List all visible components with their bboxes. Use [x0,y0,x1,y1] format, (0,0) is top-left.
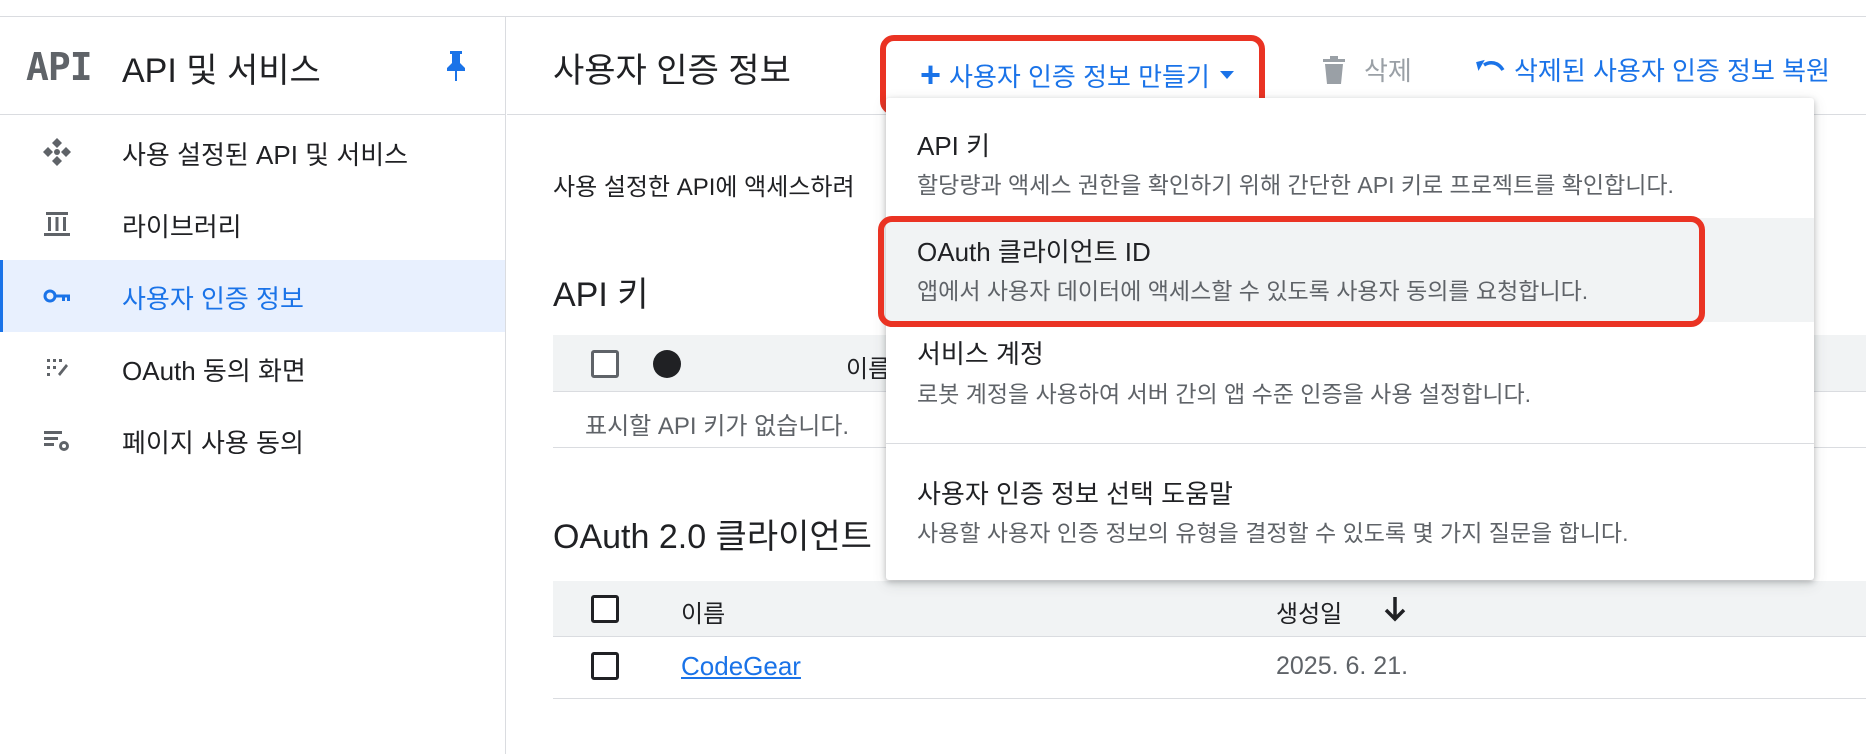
menu-divider [886,443,1814,444]
sidebar-item-page-consent[interactable]: 페이지 사용 동의 [0,404,505,476]
sidebar-item-label: 라이브러리 [122,212,242,242]
caret-down-icon [1219,71,1234,79]
sidebar-header: API API 및 서비스 [0,17,505,115]
menu-item-desc: 앱에서 사용자 데이터에 액세스할 수 있도록 사용자 동의를 요청합니다. [917,278,1589,304]
menu-item-desc: 할당량과 액세스 권한을 확인하기 위해 간단한 API 키로 프로젝트를 확인… [917,172,1674,198]
sidebar-item-label: OAuth 동의 화면 [122,356,306,386]
row-checkbox[interactable] [591,652,619,680]
api-logo-icon: API [26,45,93,89]
create-credentials-menu: API 키 할당량과 액세스 권한을 확인하기 위해 간단한 API 키로 프로… [878,98,1814,580]
status-dot-icon [653,350,681,378]
menu-item-title: API 키 [917,131,991,161]
trash-icon [1323,55,1345,84]
library-icon [44,212,70,236]
select-all-checkbox[interactable] [591,350,619,378]
sort-arrow-down-icon[interactable] [1383,595,1407,623]
delete-button[interactable]: 삭제 [1322,51,1412,88]
menu-item-title: 사용자 인증 정보 선택 도움말 [917,479,1233,509]
sidebar-item-label: 사용자 인증 정보 [122,284,304,314]
sidebar-item-oauth-consent[interactable]: OAuth 동의 화면 [0,332,505,404]
sidebar-title: API 및 서비스 [122,52,321,90]
column-header-created[interactable]: 생성일 [1276,594,1342,629]
menu-item-title: 서비스 계정 [917,339,1044,369]
select-all-checkbox[interactable] [591,595,619,623]
sidebar-item-label: 사용 설정된 API 및 서비스 [122,140,409,170]
restore-deleted-credentials-button[interactable]: 삭제된 사용자 인증 정보 복원 [1476,51,1830,88]
sidebar-item-enabled-apis[interactable]: 사용 설정된 API 및 서비스 [0,116,505,188]
page-title: 사용자 인증 정보 [553,52,791,90]
api-keys-title: API 키 [553,276,649,314]
menu-item-title: OAuth 클라이언트 ID [917,237,1151,267]
delete-label: 삭제 [1364,56,1412,86]
create-credentials-label: 사용자 인증 정보 만들기 [949,61,1210,92]
plus-icon: + [920,54,942,95]
pin-icon[interactable] [443,49,469,83]
key-icon [43,289,70,303]
sidebar: API API 및 서비스 사용 설정된 API 및 서비스 라이브러리 사용자… [0,17,506,754]
undo-icon [1476,59,1505,71]
settings-list-icon [44,431,69,451]
menu-item-api-key[interactable]: API 키 할당량과 액세스 권한을 확인하기 위해 간단한 API 키로 프로… [886,108,1814,202]
menu-item-service-account[interactable]: 서비스 계정 로봇 계정을 사용하여 서버 간의 앱 수준 인증을 사용 설정합… [886,322,1814,427]
column-header-name[interactable]: 이름 [846,349,890,384]
page-description: 사용 설정한 API에 액세스하려 [553,174,855,201]
client-name-link[interactable]: CodeGear [681,651,801,682]
menu-item-oauth-client-id[interactable]: OAuth 클라이언트 ID 앱에서 사용자 데이터에 액세스할 수 있도록 사… [878,216,1814,327]
enabled-apis-icon [43,138,71,166]
sidebar-item-label: 페이지 사용 동의 [122,428,304,458]
created-date: 2025. 6. 21. [1276,652,1409,680]
column-header-name[interactable]: 이름 [681,594,725,629]
sidebar-item-credentials[interactable]: 사용자 인증 정보 [0,260,505,332]
empty-message: 표시할 API 키가 없습니다. [585,413,850,440]
menu-item-desc: 사용할 사용자 인증 정보의 유형을 결정할 수 있도록 몇 가지 질문을 합니… [917,520,1629,546]
oauth-clients-title: OAuth 2.0 클라이언트 [553,518,872,556]
menu-item-desc: 로봇 계정을 사용하여 서버 간의 앱 수준 인증을 사용 설정합니다. [917,381,1532,407]
oauth-table-header: 이름 생성일 [553,581,1866,637]
consent-icon [47,359,68,376]
top-bar [0,0,1866,17]
restore-label: 삭제된 사용자 인증 정보 복원 [1514,56,1830,86]
table-row: CodeGear 2025. 6. 21. [553,637,1866,699]
menu-item-help-me-choose[interactable]: 사용자 인증 정보 선택 도움말 사용할 사용자 인증 정보의 유형을 결정할 … [886,458,1814,568]
sidebar-item-library[interactable]: 라이브러리 [0,188,505,260]
